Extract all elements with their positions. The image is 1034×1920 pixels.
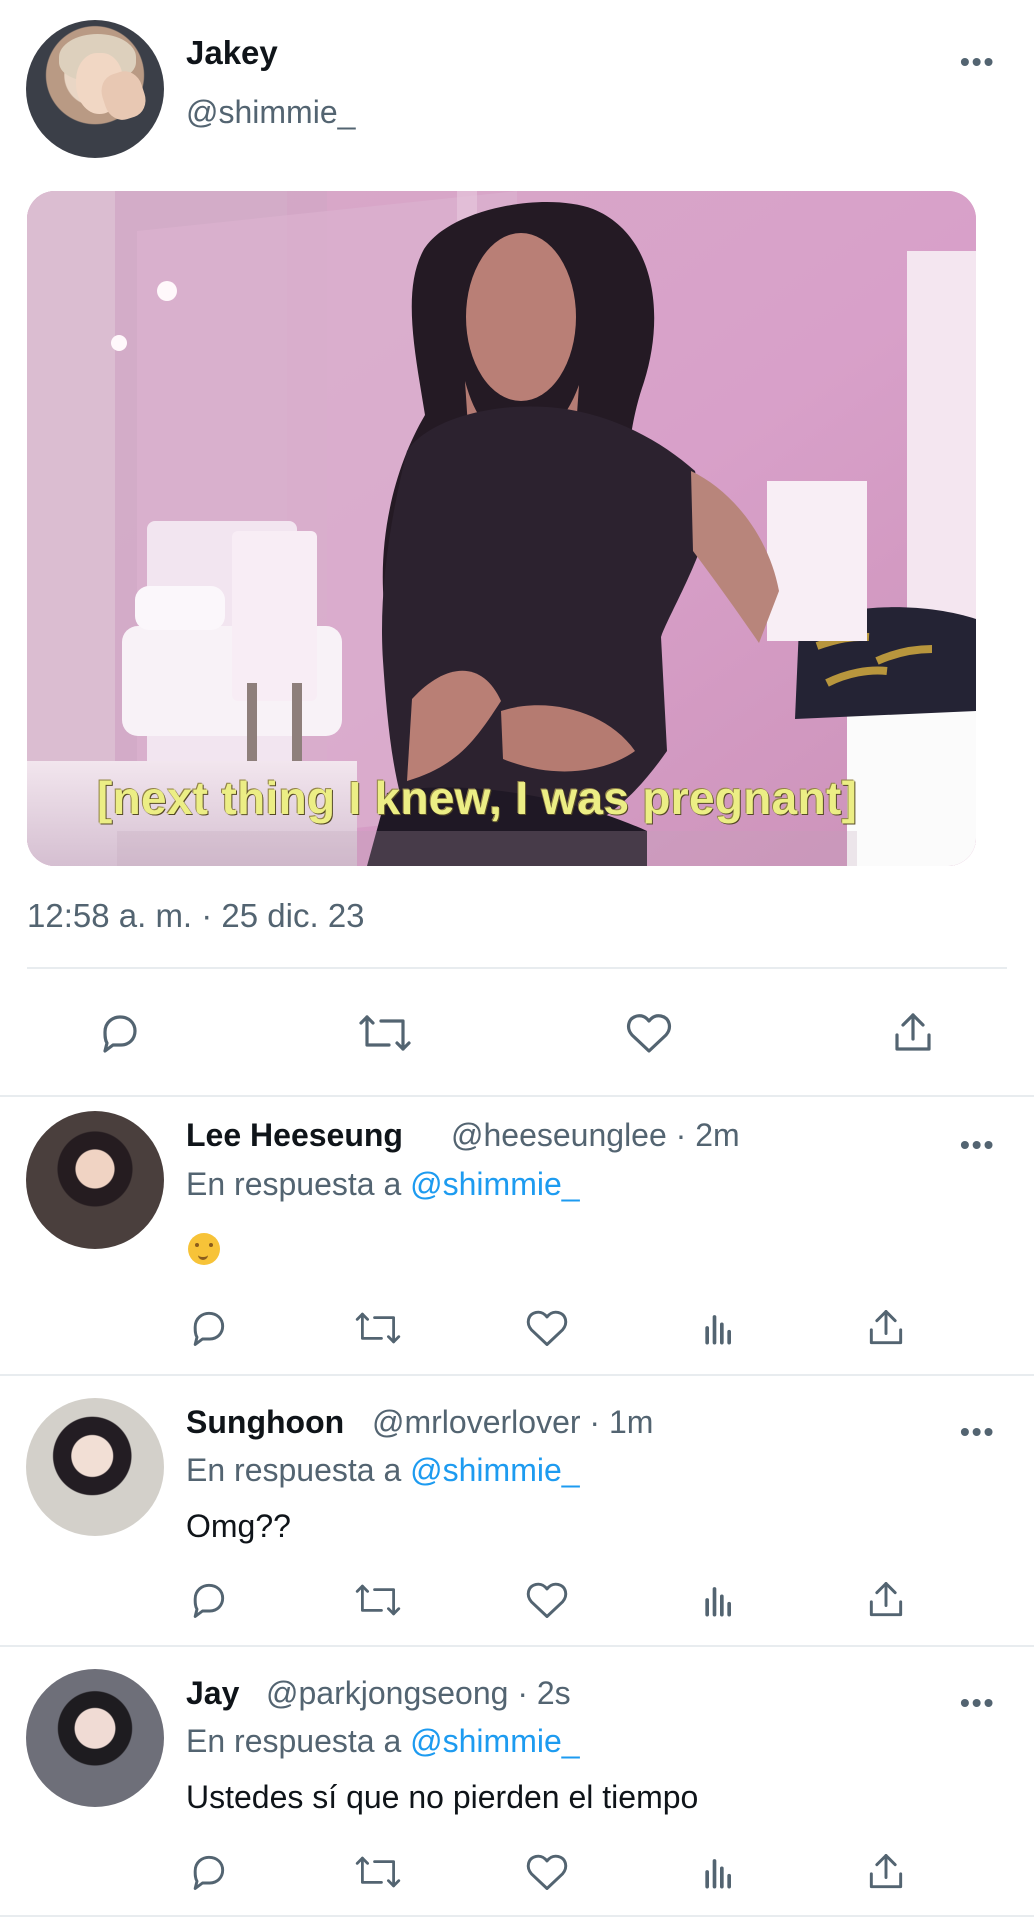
reply-author-meta[interactable]: @parkjongseong · 2s [266, 1675, 571, 1712]
share-icon[interactable] [889, 1009, 937, 1057]
author-handle[interactable]: @shimmie_ [186, 94, 355, 131]
reply-context-label: En respuesta a [186, 1166, 402, 1202]
reply-avatar[interactable] [26, 1669, 164, 1807]
reply-icon[interactable] [95, 1009, 143, 1057]
more-options-icon[interactable]: ••• [960, 1131, 995, 1159]
share-icon[interactable] [864, 1850, 908, 1894]
reply-context-label: En respuesta a [186, 1723, 402, 1759]
reply-avatar[interactable] [26, 1111, 164, 1249]
retweet-icon[interactable] [352, 1306, 404, 1350]
more-options-icon[interactable]: ••• [960, 1418, 995, 1446]
reply-author-name[interactable]: Jay [186, 1675, 239, 1712]
views-icon[interactable] [698, 1306, 742, 1350]
reply-context: En respuesta a @shimmie_ [186, 1166, 580, 1203]
reply-icon[interactable] [186, 1306, 230, 1350]
reply-author-meta[interactable]: @heeseunglee · 2m [451, 1117, 740, 1154]
reply-text: Omg?? [186, 1508, 291, 1544]
reply-context-handle[interactable]: @shimmie_ [410, 1166, 579, 1202]
author-name[interactable]: Jakey [186, 34, 278, 72]
like-icon[interactable] [524, 1578, 570, 1622]
divider [0, 1095, 1034, 1097]
face-with-hand-over-mouth-icon [188, 1233, 220, 1265]
like-icon[interactable] [524, 1850, 570, 1894]
tweet-timestamp[interactable]: 12:58 a. m. · 25 dic. 23 [27, 897, 365, 935]
divider [0, 1645, 1034, 1647]
share-icon[interactable] [864, 1578, 908, 1622]
views-icon[interactable] [698, 1850, 742, 1894]
author-avatar[interactable] [26, 20, 164, 158]
share-icon[interactable] [864, 1306, 908, 1350]
views-icon[interactable] [698, 1578, 742, 1622]
reply-icon[interactable] [186, 1850, 230, 1894]
reply-icon[interactable] [186, 1578, 230, 1622]
retweet-icon[interactable] [352, 1578, 404, 1622]
reply-avatar[interactable] [26, 1398, 164, 1536]
tweet-image[interactable]: [next thing I knew, I was pregnant] [27, 191, 976, 866]
like-icon[interactable] [524, 1306, 570, 1350]
divider [0, 1915, 1034, 1917]
more-options-icon[interactable]: ••• [960, 1689, 995, 1717]
tweet-image-art [27, 191, 976, 866]
retweet-icon[interactable] [352, 1850, 404, 1894]
reply-context-handle[interactable]: @shimmie_ [410, 1452, 579, 1488]
reply-text: Ustedes sí que no pierden el tiempo [186, 1779, 699, 1815]
image-caption: [next thing I knew, I was pregnant] [97, 772, 858, 824]
like-icon[interactable] [624, 1009, 674, 1057]
reply-author-name[interactable]: Sunghoon [186, 1404, 344, 1441]
reply-context: En respuesta a @shimmie_ [186, 1723, 580, 1760]
retweet-icon[interactable] [355, 1009, 415, 1057]
reply-author-name[interactable]: Lee Heeseung [186, 1117, 403, 1154]
reply-author-meta[interactable]: @mrloverlover · 1m [372, 1404, 653, 1441]
divider [0, 1374, 1034, 1376]
reply-context: En respuesta a @shimmie_ [186, 1452, 580, 1489]
reply-context-label: En respuesta a [186, 1452, 402, 1488]
reply-context-handle[interactable]: @shimmie_ [410, 1723, 579, 1759]
more-options-icon[interactable]: ••• [960, 48, 995, 76]
divider [27, 967, 1007, 969]
